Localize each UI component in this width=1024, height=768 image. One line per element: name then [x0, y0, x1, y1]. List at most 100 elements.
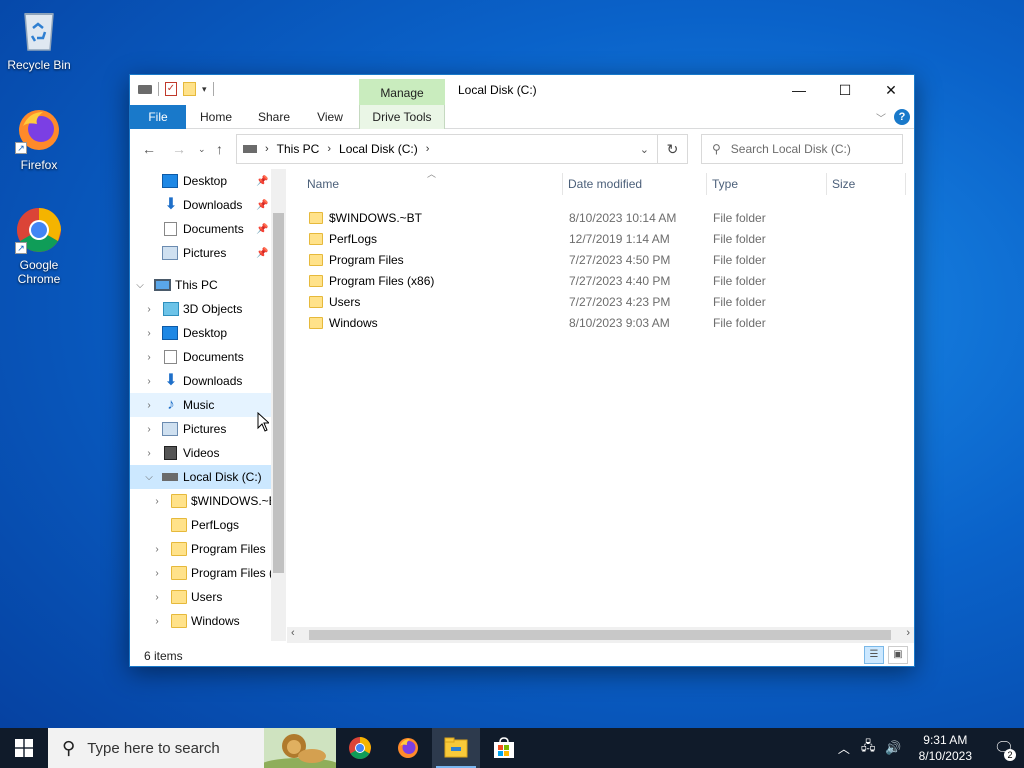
file-row[interactable]: Program Files 7/27/2023 4:50 PM File folde…	[305, 249, 905, 270]
horizontal-scrollbar[interactable]: ‹ ›	[287, 627, 914, 643]
chevron-right-icon[interactable]: ›	[151, 592, 163, 603]
nav-item-c-child[interactable]: › Users	[130, 585, 286, 609]
tab-share[interactable]: Share	[252, 105, 296, 129]
taskbar-store[interactable]	[480, 728, 528, 768]
file-row[interactable]: Windows 8/10/2023 9:03 AM File folder	[305, 312, 905, 333]
expand-ribbon-icon[interactable]: ﹀	[876, 110, 886, 125]
recycle-bin-icon	[15, 6, 63, 54]
file-date: 7/27/2023 4:40 PM	[569, 273, 671, 288]
search-box[interactable]: ⚲ Search Local Disk (C:)	[701, 134, 903, 164]
file-row[interactable]: $WINDOWS.~BT 8/10/2023 10:14 AM File folde…	[305, 207, 905, 228]
chevron-right-icon[interactable]: ›	[151, 616, 163, 627]
network-icon[interactable]: 🖧	[856, 737, 881, 759]
file-type: File folder	[713, 273, 766, 288]
chevron-right-icon[interactable]: ›	[143, 352, 155, 363]
close-button[interactable]: ✕	[868, 75, 914, 105]
column-headers: ︿ Name Date modified Type Size	[287, 169, 914, 199]
folder-icon	[171, 542, 187, 556]
file-row[interactable]: Users 7/27/2023 4:23 PM File folder	[305, 291, 905, 312]
chevron-right-icon[interactable]: ›	[143, 448, 155, 459]
tab-file[interactable]: File	[130, 105, 186, 129]
nav-item-c-child[interactable]: › Program Files (x86)	[130, 561, 286, 585]
help-icon[interactable]: ?	[894, 109, 910, 125]
manage-tab[interactable]: Manage	[359, 79, 445, 105]
up-arrow-icon[interactable]: ↑	[216, 141, 223, 157]
nav-item-documents[interactable]: › Documents	[130, 345, 286, 369]
chevron-down-icon[interactable]: ⌵	[143, 472, 155, 483]
scroll-left-icon[interactable]: ‹	[291, 627, 295, 639]
properties-icon[interactable]: ✓	[165, 82, 177, 96]
nav-item-c-child[interactable]: › Program Files	[130, 537, 286, 561]
maximize-button[interactable]: ☐	[822, 75, 868, 105]
new-folder-icon[interactable]	[183, 82, 196, 96]
show-hidden-icons-icon[interactable]: ︿	[832, 740, 856, 757]
desktop-icon-firefox[interactable]: ↗ Firefox	[0, 106, 78, 172]
item-count: 6 items	[144, 649, 183, 663]
nav-item-quick-desktop[interactable]: Desktop 📌	[130, 169, 286, 193]
taskbar-firefox[interactable]	[384, 728, 432, 768]
chevron-right-icon[interactable]: ›	[143, 376, 155, 387]
nav-item-c-child[interactable]: › $WINDOWS.~BT	[130, 489, 286, 513]
chevron-right-icon[interactable]: ›	[151, 568, 163, 579]
chevron-right-icon[interactable]: ›	[143, 400, 155, 411]
file-list: ︿ Name Date modified Type Size $WINDOWS.…	[287, 169, 914, 641]
file-date: 8/10/2023 9:03 AM	[569, 315, 670, 330]
desktop-icon-chrome[interactable]: ↗ Google Chrome	[0, 206, 78, 286]
customize-toolbar-icon[interactable]: ▾	[202, 84, 207, 95]
nav-item-downloads[interactable]: › ⬇ Downloads	[130, 369, 286, 393]
address-bar[interactable]: › This PC › Local Disk (C:) › ⌄	[236, 134, 658, 164]
taskbar-chrome[interactable]	[336, 728, 384, 768]
window-title: Local Disk (C:)	[458, 83, 537, 97]
nav-item-quick-downloads[interactable]: ⬇ Downloads 📌	[130, 193, 286, 217]
nav-item-desktop[interactable]: › Desktop	[130, 321, 286, 345]
search-icon: ⚲	[62, 737, 76, 758]
chevron-down-icon[interactable]: ⌵	[134, 280, 146, 291]
tab-view[interactable]: View	[310, 105, 350, 129]
file-row[interactable]: Program Files (x86) 7/27/2023 4:40 PM File…	[305, 270, 905, 291]
nav-item-c-child[interactable]: PerfLogs	[130, 513, 286, 537]
column-date-modified[interactable]: Date modified	[568, 177, 642, 191]
details-view-icon[interactable]: ☰	[864, 646, 884, 664]
taskbar-file-explorer[interactable]	[432, 728, 480, 768]
volume-icon[interactable]: 🔊	[880, 740, 906, 756]
nav-item-this-pc[interactable]: ⌵ This PC	[130, 273, 286, 297]
desktop-icon-recycle-bin[interactable]: Recycle Bin	[0, 6, 78, 72]
chevron-right-icon[interactable]: ›	[143, 304, 155, 315]
title-bar: ✓ ▾ Manage Local Disk (C:) — ☐ ✕	[130, 75, 914, 105]
minimize-button[interactable]: —	[776, 75, 822, 105]
breadcrumb-local-disk[interactable]: Local Disk (C:)	[339, 142, 418, 156]
clock[interactable]: 9:31 AM 8/10/2023	[907, 732, 984, 764]
column-type[interactable]: Type	[712, 177, 738, 191]
forward-arrow-icon[interactable]: →	[172, 141, 186, 157]
file-row[interactable]: PerfLogs 12/7/2019 1:14 AM File folder	[305, 228, 905, 249]
chevron-right-icon[interactable]: ›	[151, 496, 163, 507]
large-icons-view-icon[interactable]: ▣	[888, 646, 908, 664]
taskbar-search[interactable]: ⚲ Type here to search	[48, 728, 336, 768]
nav-item-local-disk[interactable]: ⌵ Local Disk (C:)	[130, 465, 286, 489]
breadcrumb-this-pc[interactable]: This PC	[277, 142, 320, 156]
chevron-right-icon[interactable]: ›	[143, 328, 155, 339]
refresh-button[interactable]: ↻	[658, 134, 688, 164]
column-name[interactable]: Name	[307, 177, 339, 191]
nav-item-c-child[interactable]: › Windows	[130, 609, 286, 633]
music-icon: ♪	[167, 396, 175, 413]
scrollbar-thumb[interactable]	[273, 213, 284, 573]
chevron-right-icon[interactable]: ›	[143, 424, 155, 435]
tab-home[interactable]: Home	[194, 105, 238, 129]
nav-scrollbar[interactable]	[271, 169, 286, 641]
nav-item-quick-documents[interactable]: Documents 📌	[130, 217, 286, 241]
tab-drive-tools[interactable]: Drive Tools	[359, 105, 445, 129]
scrollbar-thumb[interactable]	[309, 630, 891, 640]
column-size[interactable]: Size	[832, 177, 855, 191]
nav-item-videos[interactable]: › Videos	[130, 441, 286, 465]
nav-item-quick-pictures[interactable]: Pictures 📌	[130, 241, 286, 265]
nav-item-3d-objects[interactable]: › 3D Objects	[130, 297, 286, 321]
address-dropdown-icon[interactable]: ⌄	[640, 143, 649, 156]
chrome-icon: ↗	[15, 206, 63, 254]
back-arrow-icon[interactable]: ←	[142, 141, 156, 157]
chevron-right-icon[interactable]: ›	[151, 544, 163, 555]
start-button[interactable]	[0, 728, 48, 768]
notifications-button[interactable]: 🗨 2	[984, 728, 1024, 768]
scroll-right-icon[interactable]: ›	[906, 627, 910, 639]
recent-locations-icon[interactable]: ⌄	[198, 144, 206, 155]
